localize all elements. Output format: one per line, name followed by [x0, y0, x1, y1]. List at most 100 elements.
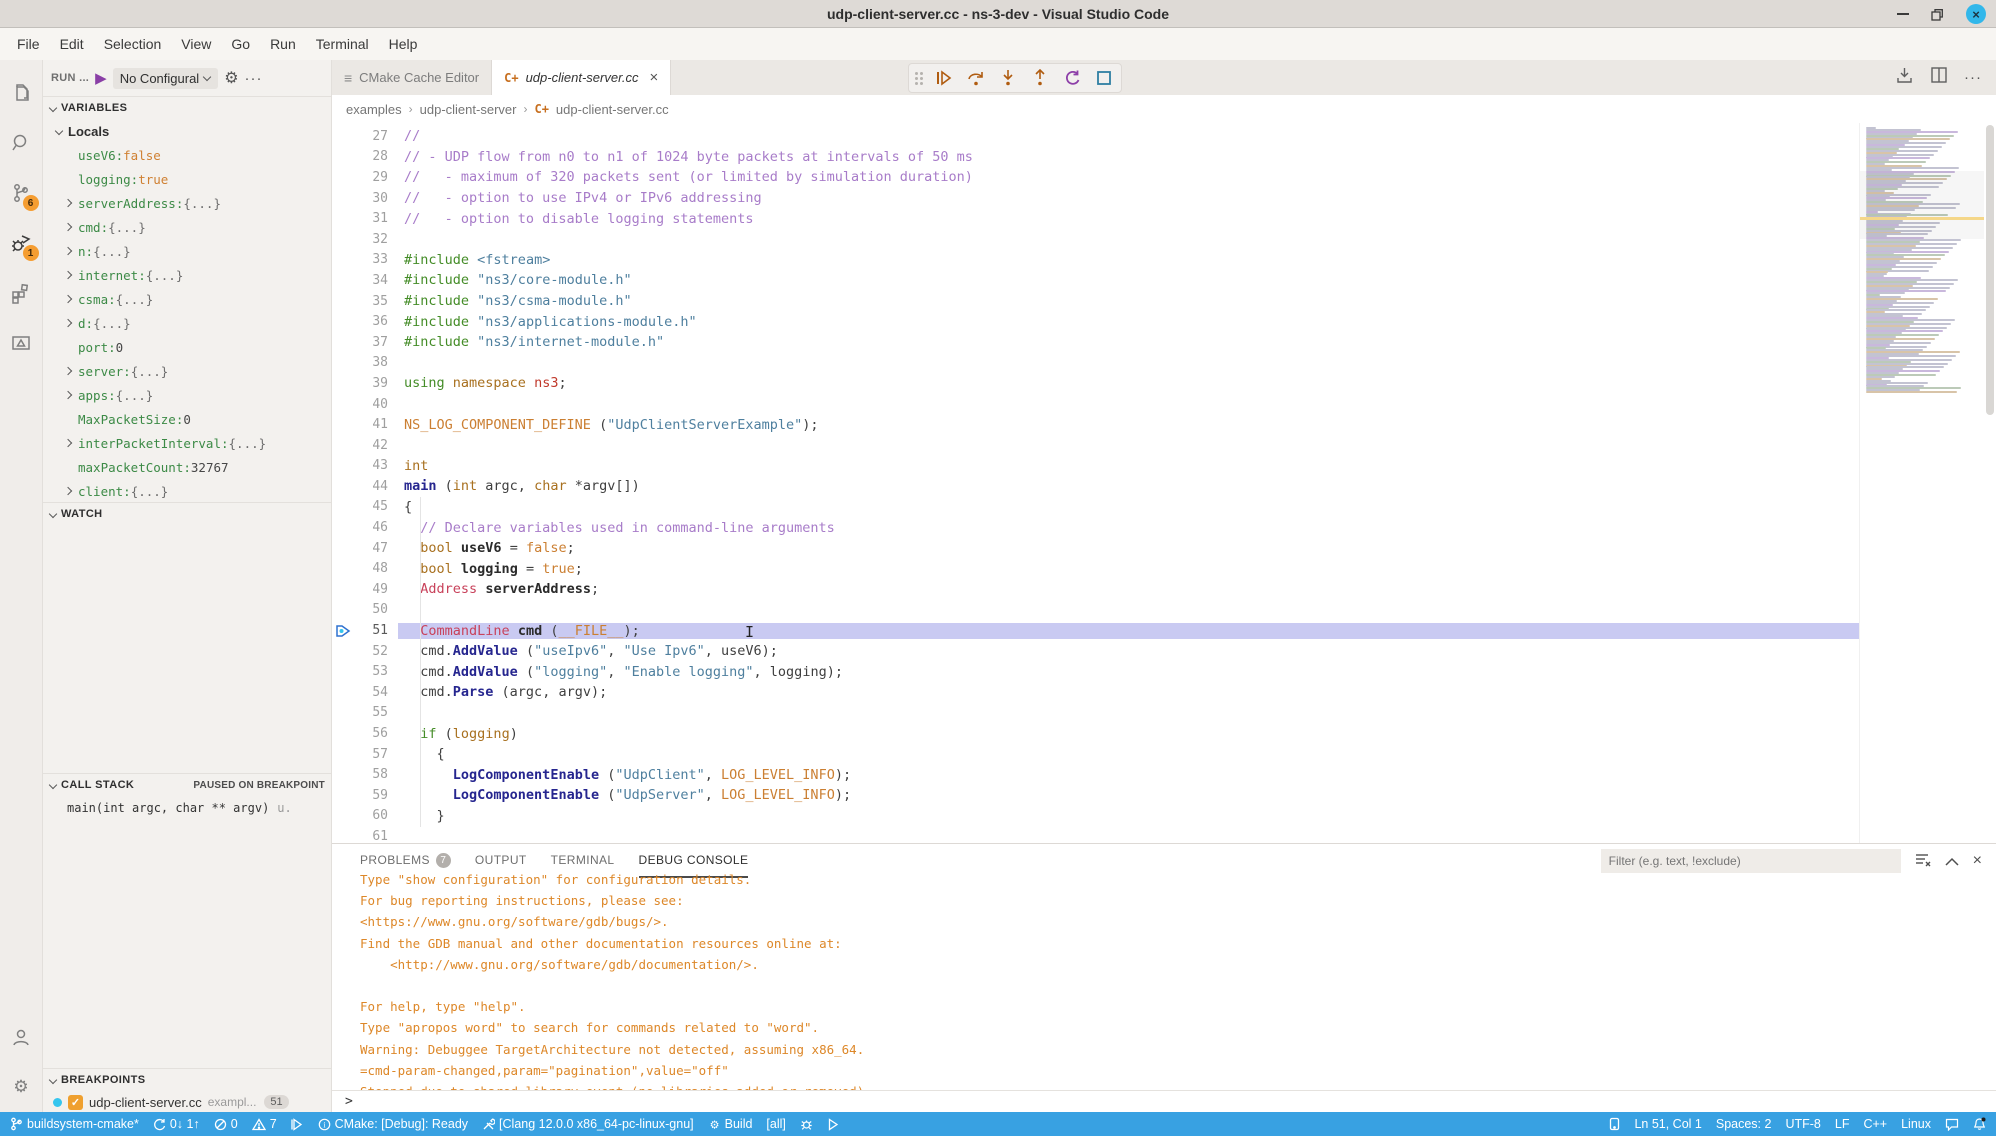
variable-row[interactable]: apps: {...}: [43, 383, 331, 407]
restore-icon[interactable]: [1931, 8, 1944, 21]
code-line[interactable]: 46 // Declare variables used in command-…: [332, 517, 1859, 538]
code-line[interactable]: 47 bool useV6 = false;: [332, 538, 1859, 559]
gutter[interactable]: 47: [332, 541, 398, 556]
gutter[interactable]: 53: [332, 664, 398, 679]
gutter[interactable]: 57: [332, 747, 398, 762]
variable-row[interactable]: port: 0: [43, 335, 331, 359]
gutter[interactable]: 36: [332, 314, 398, 329]
code-line[interactable]: 57 {: [332, 744, 1859, 765]
variable-row[interactable]: server: {...}: [43, 359, 331, 383]
step-over-icon[interactable]: [965, 66, 987, 90]
code-line[interactable]: 38: [332, 353, 1859, 374]
code-line[interactable]: 29// - maximum of 320 packets sent (or l…: [332, 167, 1859, 188]
console-filter-input[interactable]: [1601, 849, 1901, 873]
breadcrumb-folder[interactable]: examples: [346, 102, 402, 117]
code-line[interactable]: 43int: [332, 456, 1859, 477]
gutter[interactable]: 37: [332, 335, 398, 350]
gear-icon[interactable]: ⚙: [224, 68, 238, 88]
statusbar-notifications[interactable]: [1973, 1117, 1986, 1131]
more-actions-icon[interactable]: ···: [1964, 69, 1982, 86]
run-or-debug-icon[interactable]: [1895, 66, 1914, 90]
gutter[interactable]: 39: [332, 376, 398, 391]
breakpoint-item[interactable]: ✓ udp-client-server.cc exampl... 51: [43, 1091, 331, 1113]
gutter[interactable]: 42: [332, 438, 398, 453]
menu-run[interactable]: Run: [261, 32, 305, 56]
code-line[interactable]: 39using namespace ns3;: [332, 373, 1859, 394]
code-editor[interactable]: 27//28// - UDP flow from n0 to n1 of 102…: [332, 123, 1996, 843]
activity-source-control[interactable]: 6: [0, 168, 43, 218]
statusbar-eol[interactable]: LF: [1835, 1117, 1850, 1131]
variable-row[interactable]: csma: {...}: [43, 287, 331, 311]
gutter[interactable]: 31: [332, 211, 398, 226]
gutter[interactable]: 58: [332, 767, 398, 782]
stack-frame[interactable]: main(int argc, char ** argv) u.: [43, 796, 331, 820]
code-line[interactable]: 44main (int argc, char *argv[]): [332, 476, 1859, 497]
stop-icon[interactable]: [1093, 66, 1115, 90]
gutter[interactable]: 34: [332, 273, 398, 288]
variable-row[interactable]: cmd: {...}: [43, 215, 331, 239]
code-line[interactable]: 58 LogComponentEnable ("UdpClient", LOG_…: [332, 764, 1859, 785]
menu-view[interactable]: View: [172, 32, 220, 56]
gutter[interactable]: 41: [332, 417, 398, 432]
activity-accounts[interactable]: [0, 1012, 43, 1062]
variable-row[interactable]: MaxPacketSize: 0: [43, 407, 331, 431]
statusbar-indentation[interactable]: Spaces: 2: [1716, 1117, 1772, 1131]
variable-row[interactable]: useV6: false: [43, 143, 331, 167]
gutter[interactable]: 43: [332, 458, 398, 473]
close-icon[interactable]: ×: [1966, 4, 1986, 24]
locals-group[interactable]: Locals: [43, 119, 331, 143]
code-line[interactable]: 53 cmd.AddValue ("logging", "Enable logg…: [332, 661, 1859, 682]
step-out-icon[interactable]: [1029, 66, 1051, 90]
code-line[interactable]: 36#include "ns3/applications-module.h": [332, 311, 1859, 332]
statusbar-active-kit[interactable]: [Clang 12.0.0 x86_64-pc-linux-gnu]: [482, 1117, 694, 1131]
gutter[interactable]: 38: [332, 355, 398, 370]
gutter[interactable]: 48: [332, 561, 398, 576]
debug-current-line-icon[interactable]: [332, 624, 354, 638]
gutter[interactable]: 28: [332, 149, 398, 164]
statusbar-sync-changes[interactable]: 0↓ 1↑: [153, 1117, 200, 1131]
gutter[interactable]: 30: [332, 191, 398, 206]
gutter[interactable]: 60: [332, 808, 398, 823]
restart-icon[interactable]: [1061, 66, 1083, 90]
menu-go[interactable]: Go: [222, 32, 259, 56]
variable-row[interactable]: n: {...}: [43, 239, 331, 263]
variable-row[interactable]: serverAddress: {...}: [43, 191, 331, 215]
minimap[interactable]: [1859, 123, 1984, 843]
activity-search[interactable]: [0, 118, 43, 168]
statusbar-cmake-status[interactable]: iCMake: [Debug]: Ready: [318, 1117, 468, 1131]
menu-edit[interactable]: Edit: [51, 32, 93, 56]
statusbar-debug-launch[interactable]: [291, 1118, 304, 1131]
code-line[interactable]: 34#include "ns3/core-module.h": [332, 270, 1859, 291]
debug-console-output[interactable]: Type "show configuration" for configurat…: [332, 869, 1996, 1090]
code-line[interactable]: 55: [332, 703, 1859, 724]
gutter[interactable]: 40: [332, 397, 398, 412]
activity-run-and-debug[interactable]: 1: [0, 218, 43, 268]
gutter[interactable]: 52: [332, 644, 398, 659]
watch-header[interactable]: WATCH: [43, 503, 331, 525]
tab-udp-client-server-cc[interactable]: C+udp-client-server.cc×: [492, 60, 671, 95]
gutter[interactable]: 59: [332, 788, 398, 803]
code-line[interactable]: 60 }: [332, 806, 1859, 827]
statusbar-errors[interactable]: 0: [214, 1117, 238, 1131]
statusbar-language-mode[interactable]: C++: [1863, 1117, 1887, 1131]
statusbar-git-branch[interactable]: buildsystem-cmake*: [10, 1117, 139, 1131]
gutter[interactable]: 44: [332, 479, 398, 494]
code-line[interactable]: 54 cmd.Parse (argc, argv);: [332, 682, 1859, 703]
statusbar-encoding[interactable]: UTF-8: [1785, 1117, 1820, 1131]
code-line[interactable]: 48 bool logging = true;: [332, 558, 1859, 579]
variable-row[interactable]: interPacketInterval: {...}: [43, 431, 331, 455]
gutter[interactable]: 45: [332, 499, 398, 514]
code-line[interactable]: 41NS_LOG_COMPONENT_DEFINE ("UdpClientSer…: [332, 414, 1859, 435]
gutter[interactable]: 50: [332, 602, 398, 617]
code-line[interactable]: 40: [332, 394, 1859, 415]
code-line[interactable]: 61: [332, 826, 1859, 843]
continue-icon[interactable]: [933, 66, 955, 90]
code-line[interactable]: 28// - UDP flow from n0 to n1 of 1024 by…: [332, 147, 1859, 168]
editor-scrollbar[interactable]: [1984, 123, 1996, 843]
statusbar-remote-indicator[interactable]: [1609, 1117, 1620, 1131]
code-line[interactable]: 27//: [332, 126, 1859, 147]
activity-settings[interactable]: ⚙: [0, 1062, 43, 1112]
statusbar-debug-target-button[interactable]: [800, 1118, 813, 1131]
activity-cmake-tools[interactable]: [0, 318, 43, 368]
console-input-row[interactable]: >: [332, 1090, 1996, 1112]
